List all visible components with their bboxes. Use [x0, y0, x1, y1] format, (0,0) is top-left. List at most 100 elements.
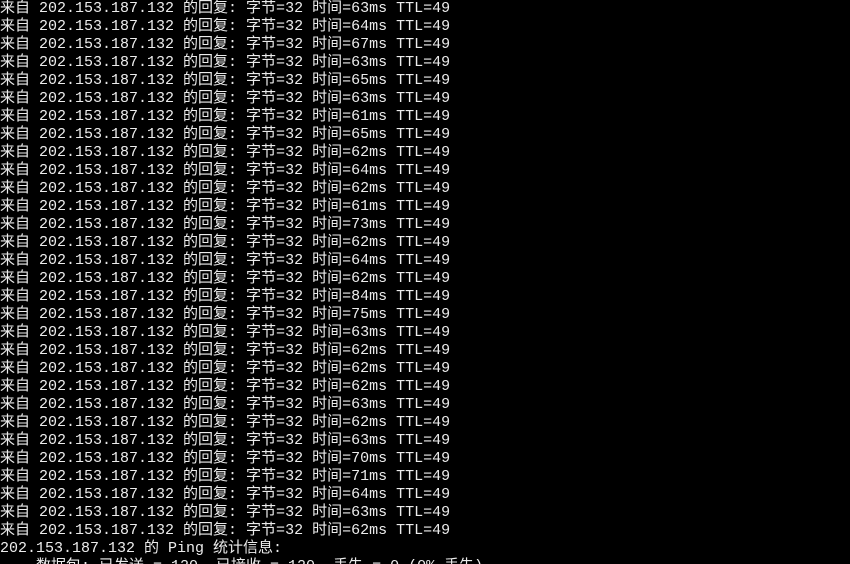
ping-reply-line: 来自 202.153.187.132 的回复: 字节=32 时间=67ms TT… [0, 36, 850, 54]
reply-mid3: ms TTL= [369, 162, 432, 179]
packets-label-prefix: 数据包: 已发送 = [0, 558, 171, 564]
reply-prefix: 来自 [0, 180, 39, 197]
reply-mid1: 的回复: 字节= [174, 396, 285, 413]
reply-mid3: ms TTL= [369, 450, 432, 467]
reply-ttl: 49 [432, 468, 450, 485]
reply-ttl: 49 [432, 162, 450, 179]
reply-ttl: 49 [432, 270, 450, 287]
reply-time: 63 [351, 54, 369, 71]
reply-ip: 202.153.187.132 [39, 36, 174, 53]
reply-bytes: 32 [285, 162, 303, 179]
reply-mid2: 时间= [303, 360, 351, 377]
ping-reply-line: 来自 202.153.187.132 的回复: 字节=32 时间=62ms TT… [0, 234, 850, 252]
reply-time: 61 [351, 198, 369, 215]
reply-time: 63 [351, 396, 369, 413]
reply-mid1: 的回复: 字节= [174, 360, 285, 377]
reply-mid1: 的回复: 字节= [174, 270, 285, 287]
reply-prefix: 来自 [0, 396, 39, 413]
reply-time: 71 [351, 468, 369, 485]
ping-stats-header: 202.153.187.132 的 Ping 统计信息: [0, 540, 850, 558]
reply-ttl: 49 [432, 54, 450, 71]
reply-bytes: 32 [285, 504, 303, 521]
reply-ttl: 49 [432, 342, 450, 359]
ping-packets-line: 数据包: 已发送 = 120, 已接收 = 120, 丢失 = 0 (0% 丢失… [0, 558, 850, 564]
ping-reply-line: 来自 202.153.187.132 的回复: 字节=32 时间=65ms TT… [0, 126, 850, 144]
reply-bytes: 32 [285, 342, 303, 359]
packets-lost: 0 [390, 558, 399, 564]
reply-ip: 202.153.187.132 [39, 522, 174, 539]
reply-time: 62 [351, 414, 369, 431]
reply-ttl: 49 [432, 234, 450, 251]
ping-reply-line: 来自 202.153.187.132 的回复: 字节=32 时间=63ms TT… [0, 324, 850, 342]
reply-mid1: 的回复: 字节= [174, 486, 285, 503]
reply-mid3: ms TTL= [369, 108, 432, 125]
reply-prefix: 来自 [0, 54, 39, 71]
reply-time: 75 [351, 306, 369, 323]
ping-reply-line: 来自 202.153.187.132 的回复: 字节=32 时间=63ms TT… [0, 432, 850, 450]
reply-mid3: ms TTL= [369, 396, 432, 413]
reply-mid2: 时间= [303, 180, 351, 197]
reply-mid2: 时间= [303, 252, 351, 269]
reply-ttl: 49 [432, 360, 450, 377]
reply-mid2: 时间= [303, 414, 351, 431]
ping-reply-line: 来自 202.153.187.132 的回复: 字节=32 时间=62ms TT… [0, 414, 850, 432]
reply-ip: 202.153.187.132 [39, 54, 174, 71]
reply-mid1: 的回复: 字节= [174, 18, 285, 35]
reply-mid1: 的回复: 字节= [174, 126, 285, 143]
reply-mid3: ms TTL= [369, 378, 432, 395]
reply-prefix: 来自 [0, 234, 39, 251]
reply-ip: 202.153.187.132 [39, 342, 174, 359]
reply-mid3: ms TTL= [369, 144, 432, 161]
reply-time: 84 [351, 288, 369, 305]
reply-bytes: 32 [285, 486, 303, 503]
reply-ttl: 49 [432, 252, 450, 269]
ping-reply-line: 来自 202.153.187.132 的回复: 字节=32 时间=70ms TT… [0, 450, 850, 468]
reply-bytes: 32 [285, 216, 303, 233]
reply-prefix: 来自 [0, 486, 39, 503]
reply-bytes: 32 [285, 126, 303, 143]
reply-bytes: 32 [285, 270, 303, 287]
reply-mid2: 时间= [303, 486, 351, 503]
reply-ip: 202.153.187.132 [39, 198, 174, 215]
reply-mid2: 时间= [303, 126, 351, 143]
reply-bytes: 32 [285, 198, 303, 215]
reply-bytes: 32 [285, 144, 303, 161]
reply-prefix: 来自 [0, 36, 39, 53]
reply-bytes: 32 [285, 414, 303, 431]
reply-mid3: ms TTL= [369, 36, 432, 53]
reply-prefix: 来自 [0, 414, 39, 431]
reply-time: 63 [351, 324, 369, 341]
reply-bytes: 32 [285, 306, 303, 323]
reply-ip: 202.153.187.132 [39, 90, 174, 107]
reply-time: 70 [351, 450, 369, 467]
reply-bytes: 32 [285, 468, 303, 485]
reply-mid3: ms TTL= [369, 360, 432, 377]
ping-reply-line: 来自 202.153.187.132 的回复: 字节=32 时间=62ms TT… [0, 144, 850, 162]
reply-ttl: 49 [432, 0, 450, 17]
reply-ttl: 49 [432, 432, 450, 449]
ping-reply-line: 来自 202.153.187.132 的回复: 字节=32 时间=63ms TT… [0, 0, 850, 18]
reply-ip: 202.153.187.132 [39, 270, 174, 287]
reply-time: 64 [351, 486, 369, 503]
ping-reply-line: 来自 202.153.187.132 的回复: 字节=32 时间=63ms TT… [0, 90, 850, 108]
reply-mid3: ms TTL= [369, 306, 432, 323]
reply-mid2: 时间= [303, 234, 351, 251]
reply-prefix: 来自 [0, 252, 39, 269]
reply-mid1: 的回复: 字节= [174, 144, 285, 161]
reply-mid1: 的回复: 字节= [174, 378, 285, 395]
reply-mid1: 的回复: 字节= [174, 162, 285, 179]
reply-bytes: 32 [285, 324, 303, 341]
reply-ip: 202.153.187.132 [39, 414, 174, 431]
reply-mid1: 的回复: 字节= [174, 468, 285, 485]
reply-mid2: 时间= [303, 0, 351, 17]
reply-bytes: 32 [285, 288, 303, 305]
reply-mid2: 时间= [303, 306, 351, 323]
stats-ip: 202.153.187.132 [0, 540, 135, 557]
reply-time: 62 [351, 342, 369, 359]
reply-mid2: 时间= [303, 342, 351, 359]
reply-bytes: 32 [285, 234, 303, 251]
reply-bytes: 32 [285, 378, 303, 395]
reply-prefix: 来自 [0, 18, 39, 35]
ping-reply-line: 来自 202.153.187.132 的回复: 字节=32 时间=62ms TT… [0, 270, 850, 288]
reply-ip: 202.153.187.132 [39, 486, 174, 503]
